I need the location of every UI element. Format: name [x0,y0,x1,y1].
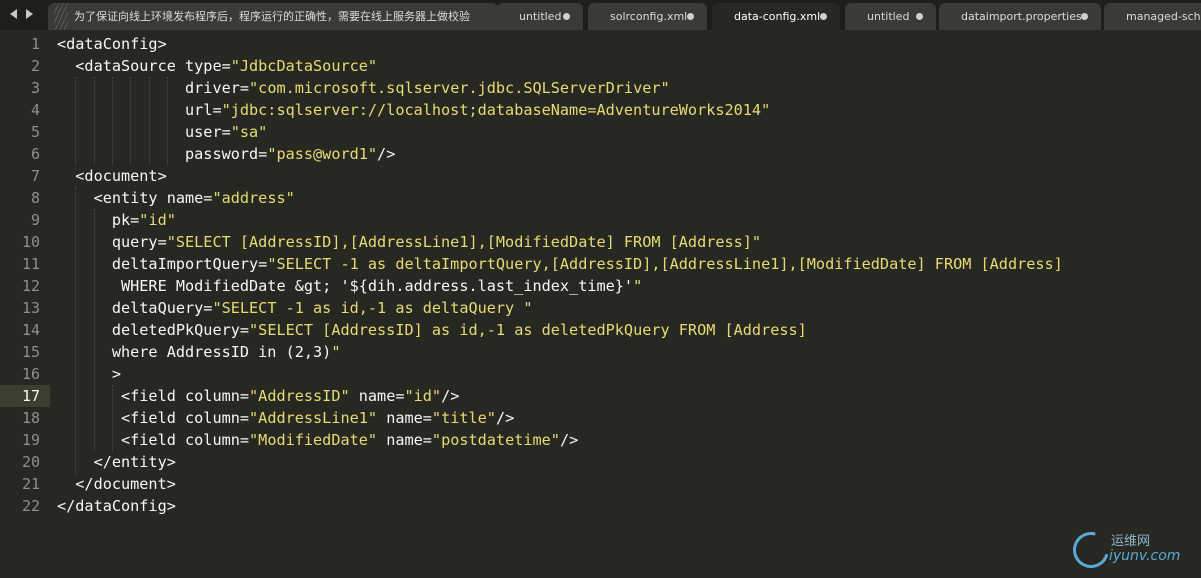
tab-scroll-right-icon[interactable] [26,9,33,19]
code-line[interactable]: 22 </dataConfig> [0,495,1201,517]
code-line[interactable]: 8 <entity name="address" [0,187,1201,209]
code-text: driver="com.microsoft.sqlserver.jdbc.SQL… [57,79,670,97]
code-text: <entity name="address" [57,189,295,207]
code-text: url="jdbc:sqlserver://localhost;database… [57,101,771,119]
code-text: <document> [57,167,167,185]
code-line[interactable]: 11 deltaImportQuery="SELECT -1 as deltaI… [0,253,1201,275]
code-text: query="SELECT [AddressID],[AddressLine1]… [57,233,762,251]
tab-label: dataimport.properties [961,10,1082,23]
line-number: 16 [21,365,40,383]
tab-6[interactable]: managed-schema [1104,3,1201,30]
unsaved-dot-icon[interactable] [563,13,570,20]
tab-label: 为了保证向线上环境发布程序后，程序运行的正确性，需要在线上服务器上做校验 [74,10,470,23]
tab-0[interactable]: 为了保证向线上环境发布程序后，程序运行的正确性，需要在线上服务器上做校验 [48,3,498,30]
code-text: </document> [57,475,176,493]
code-line[interactable]: 21 </document> [0,473,1201,495]
code-text: <dataSource type="JdbcDataSource" [57,57,378,75]
line-number: 20 [21,453,40,471]
line-number: 8 [30,189,40,207]
unsaved-dot-icon[interactable] [687,13,694,20]
watermark-title: 运维网 [1111,534,1151,549]
line-number: 9 [30,211,40,229]
code-line[interactable]: 19 <field column="ModifiedDate" name="po… [0,429,1201,451]
code-line[interactable]: 18 <field column="AddressLine1" name="ti… [0,407,1201,429]
tab-bar: 为了保证向线上环境发布程序后，程序运行的正确性，需要在线上服务器上做校验 unti… [0,0,1201,30]
watermark-url: iyunv.com [1109,548,1181,564]
code-text: user="sa" [57,123,268,141]
code-line[interactable]: 1 <dataConfig> [0,33,1201,55]
code-line[interactable]: 17 <field column="AddressID" name="id"/> [0,385,1201,407]
watermark: 运维网 iyunv.com [1066,525,1183,575]
code-text: </entity> [57,453,176,471]
code-line[interactable]: 10 query="SELECT [AddressID],[AddressLin… [0,231,1201,253]
unsaved-dot-icon[interactable] [916,13,923,20]
code-line[interactable]: 3 driver="com.microsoft.sqlserver.jdbc.S… [0,77,1201,99]
line-number: 7 [30,167,40,185]
code-text: > [57,365,122,383]
tab-3[interactable]: data-config.xml [712,3,840,30]
code-line[interactable]: 4 url="jdbc:sqlserver://localhost;databa… [0,99,1201,121]
line-number: 6 [30,145,40,163]
code-text: <field column="AddressID" name="id"/> [57,387,460,405]
code-line[interactable]: 5 user="sa" [0,121,1201,143]
tab-1[interactable]: untitled [497,3,583,30]
line-number: 18 [21,409,40,427]
code-text: deletedPkQuery="SELECT [AddressID] as id… [57,321,807,339]
code-line[interactable]: 6 password="pass@word1"/> [0,143,1201,165]
tab-5[interactable]: dataimport.properties [939,3,1101,30]
line-number: 12 [21,277,40,295]
code-line[interactable]: 12 WHERE ModifiedDate &gt; '${dih.addres… [0,275,1201,297]
line-number: 11 [21,255,40,273]
code-line[interactable]: 7 <document> [0,165,1201,187]
line-number: 4 [30,101,40,119]
line-number: 5 [30,123,40,141]
code-text: deltaImportQuery="SELECT -1 as deltaImpo… [57,255,1063,273]
tab-label: managed-schema [1126,10,1201,23]
code-text: <field column="ModifiedDate" name="postd… [57,431,579,449]
line-number: 1 [30,35,40,53]
line-number: 2 [30,57,40,75]
tab-navigation [4,0,48,30]
line-number: 17 [21,387,40,405]
line-number: 22 [21,497,40,515]
code-line[interactable]: 9 pk="id" [0,209,1201,231]
line-number: 15 [21,343,40,361]
tab-label: untitled [867,10,910,23]
code-text: </dataConfig> [57,497,176,515]
tab-4[interactable]: untitled [845,3,936,30]
code-text: <dataConfig> [57,35,167,53]
code-text: WHERE ModifiedDate &gt; '${dih.address.l… [57,277,643,295]
code-editor[interactable]: 1 <dataConfig> 2 <dataSource type="JdbcDat… [0,30,1201,578]
line-number: 19 [21,431,40,449]
line-number: 13 [21,299,40,317]
code-line[interactable]: 20 </entity> [0,451,1201,473]
tab-label: untitled [519,10,562,23]
line-number: 21 [21,475,40,493]
code-text: deltaQuery="SELECT -1 as id,-1 as deltaQ… [57,299,533,317]
code-line[interactable]: 13 deltaQuery="SELECT -1 as id,-1 as del… [0,297,1201,319]
code-line[interactable]: 2 <dataSource type="JdbcDataSource" [0,55,1201,77]
code-line[interactable]: 15 where AddressID in (2,3)" [0,341,1201,363]
line-number: 14 [21,321,40,339]
code-text: pk="id" [57,211,176,229]
line-number: 10 [21,233,40,251]
tab-scroll-left-icon[interactable] [10,9,17,19]
tab-2[interactable]: solrconfig.xml [588,3,707,30]
unsaved-dot-icon[interactable] [1081,13,1088,20]
code-line[interactable]: 14 deletedPkQuery="SELECT [AddressID] as… [0,319,1201,341]
unsaved-dot-icon[interactable] [820,13,827,20]
line-number: 3 [30,79,40,97]
code-text: where AddressID in (2,3)" [57,343,341,361]
code-line[interactable]: 16 > [0,363,1201,385]
code-text: <field column="AddressLine1" name="title… [57,409,515,427]
tab-label: data-config.xml [734,10,821,23]
code-text: password="pass@word1"/> [57,145,396,163]
tab-label: solrconfig.xml [610,10,688,23]
